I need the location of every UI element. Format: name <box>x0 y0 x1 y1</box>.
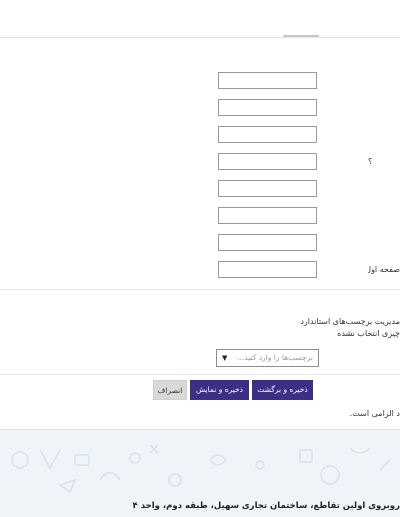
field-label-8: صفحه اول» <box>368 265 400 274</box>
text-field-5[interactable] <box>218 180 317 197</box>
footer-doodle-pattern <box>11 444 391 494</box>
field-label-4: ؟ <box>368 157 373 166</box>
nothing-selected-text: چیزی انتخاب نشده <box>337 329 400 338</box>
standard-tags-link[interactable]: مدیریت برچسب‌های استاندارد <box>220 317 400 326</box>
save-and-display-button[interactable]: ذخیره و نمایش <box>190 380 249 400</box>
section-divider <box>0 289 400 290</box>
form-fields: ؟ صفحه اول» <box>0 60 400 285</box>
footer: روبروی اولین تقاطع، ساختمان تجاری سهیل، … <box>0 429 400 517</box>
cancel-button[interactable]: انصراف <box>153 380 187 400</box>
text-field-8[interactable] <box>218 261 317 278</box>
text-field-7[interactable] <box>218 234 317 251</box>
text-field-6[interactable] <box>218 207 317 224</box>
top-navbar <box>0 0 400 38</box>
text-field-1[interactable] <box>218 72 317 89</box>
tags-input[interactable]: برچسب‌ها را وارد کنید... ▼ <box>216 349 319 367</box>
text-field-3[interactable] <box>218 126 317 143</box>
required-fields-note: د الزامی است. <box>349 409 400 418</box>
section-divider-2 <box>0 374 400 375</box>
chevron-down-icon[interactable]: ▼ <box>222 350 227 366</box>
tags-input-placeholder: برچسب‌ها را وارد کنید... <box>237 353 313 362</box>
footer-address: روبروی اولین تقاطع، ساختمان تجاری سهیل، … <box>132 501 400 511</box>
save-and-return-button[interactable]: ذخیره و برگشت <box>252 380 313 400</box>
navbar-tab-indicator <box>283 35 319 37</box>
text-field-4[interactable] <box>218 153 317 170</box>
text-field-2[interactable] <box>218 99 317 116</box>
